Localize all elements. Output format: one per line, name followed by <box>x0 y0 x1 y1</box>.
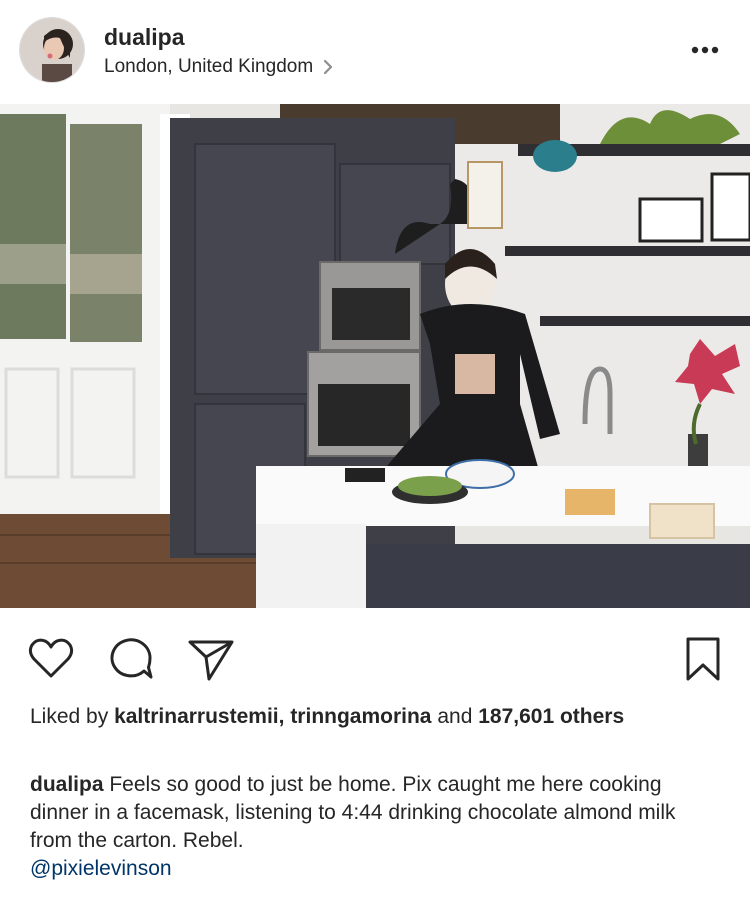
caption-mention-link[interactable]: @pixielevinson <box>30 857 172 880</box>
post-header: dualipa London, United Kingdom <box>0 0 750 104</box>
kitchen-photo-illustration <box>0 104 750 608</box>
bookmark-icon[interactable] <box>678 634 728 684</box>
post-photo[interactable] <box>0 104 750 608</box>
comment-icon[interactable] <box>106 634 156 684</box>
likes-prefix: Liked by <box>30 705 115 728</box>
post-username[interactable]: dualipa <box>104 24 185 51</box>
heart-icon[interactable] <box>26 634 76 684</box>
avatar-image <box>20 18 84 82</box>
post-caption: dualipa Feels so good to just be home. P… <box>30 771 720 883</box>
caption-username[interactable]: dualipa <box>30 773 104 796</box>
profile-avatar[interactable] <box>20 18 84 82</box>
post-location[interactable]: London, United Kingdom <box>104 56 335 78</box>
caption-text: Feels so good to just be home. Pix caugh… <box>30 773 676 852</box>
liker-username[interactable]: trinngamorina <box>290 705 431 728</box>
likes-others[interactable]: others <box>560 705 624 728</box>
likes-separator: , <box>278 705 291 728</box>
post-action-bar <box>0 608 750 700</box>
location-label: London, United Kingdom <box>104 56 314 77</box>
chevron-right-icon <box>324 59 333 75</box>
paper-plane-icon[interactable] <box>186 634 236 684</box>
likes-count[interactable]: 187,601 <box>478 705 554 728</box>
liker-username[interactable]: kaltrinarrustemii <box>114 705 279 728</box>
likes-and: and <box>431 705 479 728</box>
more-horizontal-icon[interactable] <box>690 40 720 60</box>
likes-summary[interactable]: Liked by kaltrinarrustemii, trinngamorin… <box>30 703 720 731</box>
